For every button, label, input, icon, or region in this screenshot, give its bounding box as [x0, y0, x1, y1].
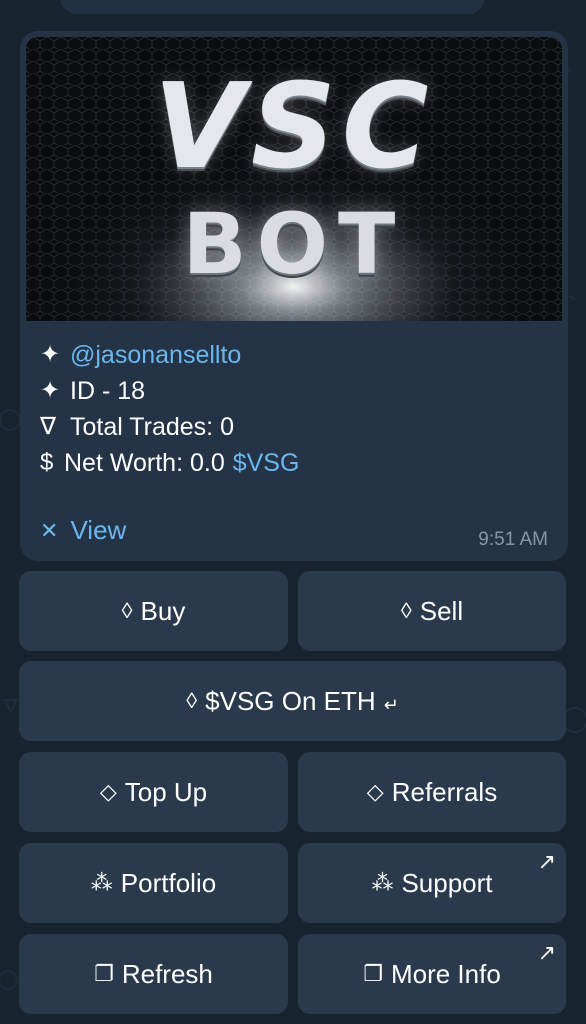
wing-icon: ⁂	[90, 870, 113, 895]
sell-label: Sell	[419, 595, 464, 626]
referrals-label: Referrals	[391, 776, 498, 807]
trades-line: ∇ Total Trades: 0	[40, 409, 299, 445]
wing-icon: ⁂	[371, 870, 394, 895]
diamond-icon: ◊	[400, 598, 412, 623]
diamond-icon: ◊	[121, 598, 133, 623]
close-icon: ✕	[40, 517, 59, 543]
bot-message-card: VSC BOT ✦ @jasonansellto ✦ ID - 18 ∇ Tot…	[20, 31, 568, 561]
diamond-outline-icon: ◇	[99, 779, 117, 804]
refresh-label: Refresh	[121, 958, 213, 989]
vsc-bot-banner-image: VSC BOT	[26, 37, 562, 321]
referrals-button[interactable]: ◇ Referrals	[298, 752, 566, 832]
support-label: Support	[401, 867, 493, 898]
support-button[interactable]: ⁂ Support ↗	[298, 843, 566, 923]
total-trades-value: Total Trades: 0	[70, 413, 234, 441]
buy-button[interactable]: ◊ Buy	[19, 571, 288, 651]
triangle-icon: ∇	[40, 413, 57, 440]
diamond-icon: ◊	[186, 688, 198, 713]
id-value: ID - 18	[70, 377, 146, 405]
networth-line: $ Net Worth: 0.0 $VSG	[40, 445, 299, 481]
more-info-label: More Info	[390, 958, 501, 989]
view-link[interactable]: View	[70, 515, 126, 546]
square-icon: ❐	[94, 961, 114, 986]
banner-logo-top: VSC	[153, 57, 435, 195]
portfolio-button[interactable]: ⁂ Portfolio	[19, 843, 288, 923]
dollar-icon: $	[40, 449, 54, 476]
refresh-button[interactable]: ❐ Refresh	[19, 934, 288, 1014]
id-line: ✦ ID - 18	[40, 373, 299, 409]
return-arrow-icon: ↵	[383, 694, 399, 715]
vsg-token-link[interactable]: $VSG	[233, 445, 300, 481]
more-info-button[interactable]: ❐ More Info ↗	[298, 934, 566, 1014]
buy-label: Buy	[140, 595, 186, 626]
vsg-on-eth-label: $VSG On ETH	[205, 685, 376, 716]
top-up-button[interactable]: ◇ Top Up	[19, 752, 288, 832]
message-timestamp: 9:51 AM	[478, 529, 548, 550]
banner-logo-bottom: BOT	[182, 195, 406, 293]
top-up-label: Top Up	[124, 776, 208, 807]
portfolio-label: Portfolio	[120, 867, 217, 898]
square-icon: ❐	[363, 961, 383, 986]
view-link-row[interactable]: ✕ View	[40, 515, 126, 546]
username-line: ✦ @jasonansellto	[40, 337, 299, 373]
external-link-icon: ↗	[537, 940, 556, 965]
previous-message-bubble	[60, 0, 485, 14]
diamond-outline-icon: ◇	[366, 779, 384, 804]
external-link-icon: ↗	[537, 849, 556, 874]
sell-button[interactable]: ◊ Sell	[298, 571, 566, 651]
username-link[interactable]: @jasonansellto	[70, 337, 241, 373]
message-text: ✦ @jasonansellto ✦ ID - 18 ∇ Total Trade…	[40, 337, 299, 481]
sparkle-icon: ✦	[40, 341, 61, 368]
net-worth-value: Net Worth: 0.0	[64, 449, 225, 477]
vsg-on-eth-button[interactable]: ◊ $VSG On ETH ↵	[19, 661, 566, 741]
sparkle-icon: ✦	[40, 377, 61, 404]
